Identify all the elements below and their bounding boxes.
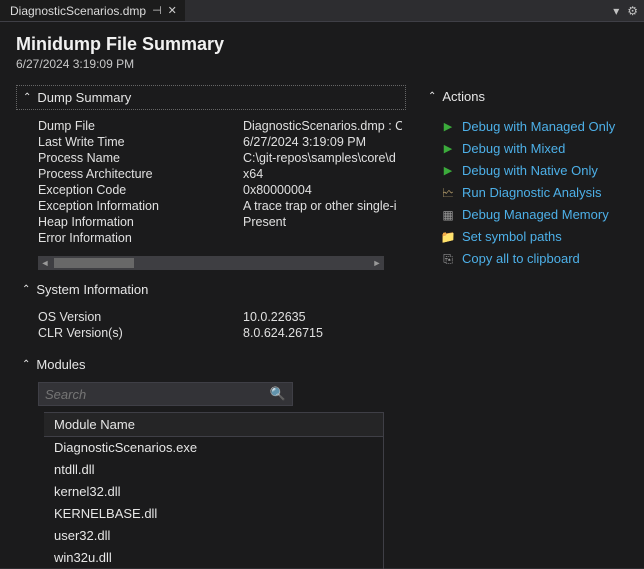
tab-title: DiagnosticScenarios.dmp <box>10 4 146 18</box>
prop-value: 10.0.22635 <box>243 309 306 325</box>
action-debug-memory[interactable]: ▦ Debug Managed Memory <box>440 204 628 226</box>
search-icon[interactable]: 🔍 <box>270 386 286 402</box>
prop-row: Process Architecturex64 <box>38 166 402 182</box>
action-label: Copy all to clipboard <box>462 250 580 268</box>
tab-bar-right: ▾ ⚙ <box>613 4 644 18</box>
scroll-left-icon[interactable]: ◄ <box>38 256 52 270</box>
play-icon: ▶ <box>440 119 456 135</box>
action-label: Run Diagnostic Analysis <box>462 184 601 202</box>
prop-label: Process Name <box>38 150 243 166</box>
prop-label: Error Information <box>38 230 243 246</box>
dropdown-icon[interactable]: ▾ <box>613 4 619 18</box>
scroll-track[interactable] <box>52 256 370 270</box>
gear-icon[interactable]: ⚙ <box>627 4 638 18</box>
action-symbol-paths[interactable]: 📁 Set symbol paths <box>440 226 628 248</box>
chevron-up-icon: ⌃ <box>23 92 31 103</box>
table-row[interactable]: ntdll.dll <box>44 459 383 481</box>
play-icon: ▶ <box>440 141 456 157</box>
action-label: Debug with Native Only <box>462 162 598 180</box>
chevron-up-icon: ⌃ <box>428 91 436 102</box>
prop-label: Exception Code <box>38 182 243 198</box>
prop-row: Last Write Time6/27/2024 3:19:09 PM <box>38 134 402 150</box>
action-label: Debug Managed Memory <box>462 206 609 224</box>
prop-row: Exception InformationA trace trap or oth… <box>38 198 402 214</box>
action-label: Set symbol paths <box>462 228 562 246</box>
table-row[interactable]: win32u.dll <box>44 547 383 569</box>
prop-label: OS Version <box>38 309 243 325</box>
prop-value: Present <box>243 214 286 230</box>
prop-label: Heap Information <box>38 214 243 230</box>
section-title: Dump Summary <box>37 90 131 105</box>
table-header[interactable]: Module Name <box>44 413 383 437</box>
right-column: ⌃ Actions ▶ Debug with Managed Only ▶ Debu… <box>422 85 628 569</box>
chevron-up-icon: ⌃ <box>22 284 30 295</box>
copy-icon: ⎘ <box>440 251 456 267</box>
dump-summary-props: Dump FileDiagnosticScenarios.dmp : C Las… <box>16 116 406 252</box>
prop-label: Process Architecture <box>38 166 243 182</box>
modules-table: Module Name DiagnosticScenarios.exe ntdl… <box>44 412 384 569</box>
prop-row: CLR Version(s)8.0.624.26715 <box>38 325 402 341</box>
prop-row: Dump FileDiagnosticScenarios.dmp : C <box>38 118 402 134</box>
system-info-header[interactable]: ⌃ System Information <box>16 278 406 301</box>
prop-row: OS Version10.0.22635 <box>38 309 402 325</box>
horizontal-scrollbar[interactable]: ◄ ► <box>38 256 384 270</box>
table-row[interactable]: user32.dll <box>44 525 383 547</box>
prop-value: C:\git-repos\samples\core\d <box>243 150 396 166</box>
action-diagnostic-analysis[interactable]: 🗠 Run Diagnostic Analysis <box>440 182 628 204</box>
tab-bar: DiagnosticScenarios.dmp ⊣ ✕ ▾ ⚙ <box>0 0 644 22</box>
table-row[interactable]: kernel32.dll <box>44 481 383 503</box>
action-debug-mixed[interactable]: ▶ Debug with Mixed <box>440 138 628 160</box>
scroll-thumb[interactable] <box>54 258 134 268</box>
left-column: ⌃ Dump Summary Dump FileDiagnosticScenar… <box>16 85 406 569</box>
section-title: Actions <box>442 89 485 104</box>
analysis-icon: 🗠 <box>440 185 456 201</box>
folder-icon: 📁 <box>440 229 456 245</box>
action-debug-native[interactable]: ▶ Debug with Native Only <box>440 160 628 182</box>
scroll-right-icon[interactable]: ► <box>370 256 384 270</box>
module-search[interactable]: 🔍 <box>38 382 293 406</box>
action-debug-managed[interactable]: ▶ Debug with Managed Only <box>440 116 628 138</box>
action-label: Debug with Mixed <box>462 140 565 158</box>
actions-list: ▶ Debug with Managed Only ▶ Debug with Mix… <box>422 114 628 270</box>
close-icon[interactable]: ✕ <box>168 4 177 17</box>
content-area: Minidump File Summary 6/27/2024 3:19:09 … <box>0 22 644 568</box>
memory-icon: ▦ <box>440 207 456 223</box>
prop-row: Exception Code0x80000004 <box>38 182 402 198</box>
prop-value: x64 <box>243 166 263 182</box>
actions-header[interactable]: ⌃ Actions <box>422 85 628 108</box>
table-row[interactable]: KERNELBASE.dll <box>44 503 383 525</box>
prop-row: Error Information <box>38 230 402 246</box>
play-icon: ▶ <box>440 163 456 179</box>
page-timestamp: 6/27/2024 3:19:09 PM <box>16 57 628 71</box>
document-tab[interactable]: DiagnosticScenarios.dmp ⊣ ✕ <box>0 0 185 21</box>
prop-value: DiagnosticScenarios.dmp : C <box>243 118 402 134</box>
action-copy-all[interactable]: ⎘ Copy all to clipboard <box>440 248 628 270</box>
pin-icon[interactable]: ⊣ <box>152 4 162 17</box>
dump-summary-header[interactable]: ⌃ Dump Summary <box>16 85 406 110</box>
modules-header[interactable]: ⌃ Modules <box>16 353 406 376</box>
chevron-up-icon: ⌃ <box>22 359 30 370</box>
table-row[interactable]: DiagnosticScenarios.exe <box>44 437 383 459</box>
prop-value: A trace trap or other single-i <box>243 198 397 214</box>
prop-value: 0x80000004 <box>243 182 312 198</box>
section-title: System Information <box>36 282 148 297</box>
prop-row: Process NameC:\git-repos\samples\core\d <box>38 150 402 166</box>
prop-label: Exception Information <box>38 198 243 214</box>
prop-label: CLR Version(s) <box>38 325 243 341</box>
prop-label: Last Write Time <box>38 134 243 150</box>
action-label: Debug with Managed Only <box>462 118 615 136</box>
page-title: Minidump File Summary <box>16 34 628 55</box>
prop-value: 6/27/2024 3:19:09 PM <box>243 134 366 150</box>
system-info-props: OS Version10.0.22635 CLR Version(s)8.0.6… <box>16 307 406 347</box>
prop-value: 8.0.624.26715 <box>243 325 323 341</box>
prop-label: Dump File <box>38 118 243 134</box>
prop-row: Heap InformationPresent <box>38 214 402 230</box>
section-title: Modules <box>36 357 85 372</box>
search-input[interactable] <box>45 387 270 402</box>
